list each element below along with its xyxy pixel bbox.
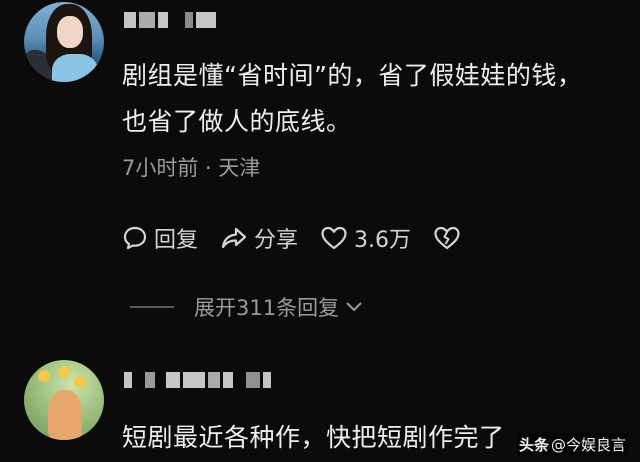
broken-heart-icon <box>433 225 461 251</box>
dislike-button[interactable] <box>433 225 461 251</box>
heart-icon <box>320 225 348 251</box>
comment-meta: 7小时前 · 天津 <box>122 156 261 180</box>
like-count: 3.6万 <box>354 228 412 253</box>
expand-replies-label: 展开311条回复 <box>194 296 340 320</box>
expand-replies-button[interactable]: 展开311条回复 <box>130 292 363 322</box>
watermark-account: @今娱良言 <box>550 436 626 454</box>
comment-actions: 回复 分享 3.6万 <box>122 218 483 258</box>
speech-bubble-icon <box>122 225 148 251</box>
reply-button[interactable]: 回复 <box>122 222 198 254</box>
share-label: 分享 <box>254 228 299 253</box>
watermark-brand: 头条 <box>518 436 549 454</box>
avatar[interactable] <box>24 360 104 440</box>
avatar[interactable] <box>24 2 104 82</box>
divider <box>130 306 174 308</box>
share-button[interactable]: 分享 <box>220 222 298 254</box>
username-blurred[interactable] <box>124 12 216 28</box>
like-button[interactable]: 3.6万 <box>320 222 411 254</box>
comment-text-line: 短剧最近各种作，快把短剧作完了 <box>122 423 505 452</box>
comment-text-line: 剧组是懂“省时间”的，省了假娃娃的钱， <box>122 61 583 90</box>
share-arrow-icon <box>220 225 248 251</box>
comment-text-line: 也省了做人的底线。 <box>122 107 352 136</box>
reply-label: 回复 <box>154 228 199 253</box>
watermark: 头条 @今娱良言 <box>516 433 628 456</box>
username-blurred[interactable] <box>124 372 271 388</box>
chevron-down-icon <box>345 295 363 319</box>
